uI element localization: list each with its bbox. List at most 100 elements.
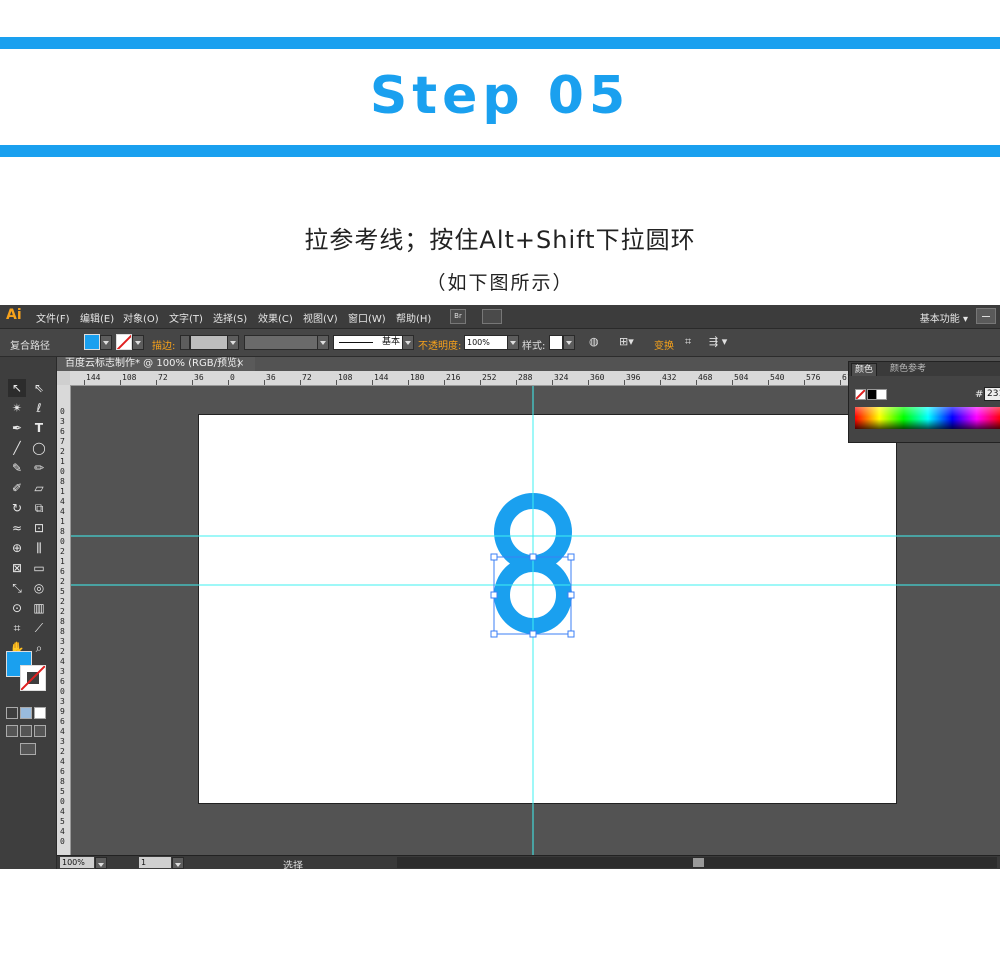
graphic-style-dropdown[interactable]	[563, 335, 575, 350]
stroke-swatch[interactable]	[116, 334, 132, 350]
menu-object[interactable]: 对象(O)	[123, 310, 159, 325]
draw-behind-icon[interactable]	[20, 725, 32, 737]
stroke-weight-dropdown[interactable]	[227, 335, 239, 350]
none-color-swatch[interactable]	[855, 389, 866, 400]
line-tool-icon[interactable]: ╱	[8, 439, 26, 457]
variable-width-profile[interactable]	[244, 335, 318, 350]
opacity-input[interactable]: 100%	[464, 335, 508, 350]
white-swatch[interactable]	[876, 389, 887, 400]
type-tool-icon[interactable]: T	[30, 419, 48, 437]
menu-select[interactable]: 选择(S)	[213, 310, 247, 325]
scale-tool-icon[interactable]: ⧉	[30, 499, 48, 517]
handle-bottom[interactable]	[529, 630, 537, 638]
magic-wand-tool-icon[interactable]: ✴	[8, 399, 26, 417]
stroke-dropdown[interactable]	[132, 335, 144, 350]
scrollbar-thumb[interactable]	[693, 858, 704, 867]
pencil-tool-icon[interactable]: ✏	[30, 459, 48, 477]
stroke-label[interactable]: 描边:	[152, 337, 175, 352]
none-mode-icon[interactable]	[34, 707, 46, 719]
paintbrush-tool-icon[interactable]: ✎	[8, 459, 26, 477]
hex-input[interactable]: 231	[984, 387, 1000, 401]
pen-tool-icon[interactable]: ✒	[8, 419, 26, 437]
direct-selection-tool-icon[interactable]: ⇖	[30, 379, 48, 397]
canvas[interactable]	[71, 386, 1000, 855]
recolor-icon[interactable]: ◍	[589, 335, 599, 348]
artwork-layer[interactable]	[71, 386, 1000, 855]
panel-options-icon[interactable]: ⇶ ▾	[709, 335, 727, 348]
artboard-tool-icon[interactable]: ⌗	[8, 619, 26, 637]
opacity-dropdown[interactable]	[507, 335, 519, 350]
rotate-tool-icon[interactable]: ↻	[8, 499, 26, 517]
draw-inside-icon[interactable]	[34, 725, 46, 737]
handle-right[interactable]	[567, 591, 575, 599]
brush-definition[interactable]: 基本	[333, 335, 403, 350]
workspace-switcher[interactable]: 基本功能 ▾	[920, 310, 968, 325]
lasso-tool-icon[interactable]: ℓ	[30, 399, 48, 417]
menu-edit[interactable]: 编辑(E)	[80, 310, 114, 325]
screen-mode-icon[interactable]	[20, 743, 36, 755]
menu-type[interactable]: 文字(T)	[169, 310, 203, 325]
zoom-input[interactable]: 100%	[60, 857, 94, 868]
column-graph-tool-icon[interactable]: ▥	[30, 599, 48, 617]
artboard-dropdown[interactable]	[172, 857, 184, 869]
handle-left[interactable]	[490, 591, 498, 599]
fill-dropdown[interactable]	[100, 335, 112, 350]
width-tool-icon[interactable]: ≈	[8, 519, 26, 537]
artboard-number-input[interactable]: 1	[139, 857, 171, 868]
menu-view[interactable]: 视图(V)	[303, 310, 338, 325]
color-spectrum[interactable]	[855, 407, 1000, 429]
brush-dropdown[interactable]	[402, 335, 414, 350]
menu-window[interactable]: 窗口(W)	[348, 310, 386, 325]
free-transform-tool-icon[interactable]: ⊡	[30, 519, 48, 537]
fill-swatch[interactable]	[84, 334, 100, 350]
bridge-button[interactable]: Br	[450, 309, 466, 324]
color-mode-icon[interactable]	[6, 707, 18, 719]
stroke-color-box[interactable]	[20, 665, 46, 691]
minimize-icon[interactable]	[976, 308, 996, 324]
menu-effect[interactable]: 效果(C)	[258, 310, 293, 325]
ruler-origin[interactable]	[57, 371, 70, 385]
slice-tool-icon[interactable]: ⟋	[30, 619, 48, 637]
handle-top-right[interactable]	[567, 553, 575, 561]
graphic-style-swatch[interactable]	[549, 335, 563, 350]
opacity-label[interactable]: 不透明度:	[418, 337, 461, 352]
handle-top-left[interactable]	[490, 553, 498, 561]
stroke-weight-input[interactable]	[190, 335, 228, 350]
align-icon[interactable]: ⊞▾	[619, 335, 634, 348]
zoom-dropdown[interactable]	[95, 857, 107, 869]
ellipse-tool-icon[interactable]: ◯	[30, 439, 48, 457]
eyedropper-tool-icon[interactable]: ⤡	[8, 579, 26, 597]
handle-bottom-left[interactable]	[490, 630, 498, 638]
ruler-h-tick	[840, 380, 841, 385]
menu-file[interactable]: 文件(F)	[36, 310, 70, 325]
ruler-h-label: 36	[194, 373, 204, 382]
zoom-tool-icon[interactable]: ⌕	[30, 639, 48, 657]
perspective-grid-tool-icon[interactable]: ⫼	[30, 539, 48, 557]
arrange-documents-button[interactable]	[482, 309, 502, 324]
tab-color[interactable]: 颜色	[851, 363, 878, 376]
ruler-h-label: 108	[338, 373, 353, 382]
blob-brush-tool-icon[interactable]: ✐	[8, 479, 26, 497]
isolate-icon[interactable]: ⌗	[685, 335, 691, 349]
mesh-tool-icon[interactable]: ⊠	[8, 559, 26, 577]
eraser-tool-icon[interactable]: ▱	[30, 479, 48, 497]
draw-normal-icon[interactable]	[6, 725, 18, 737]
ruler-v-label: 0	[60, 407, 65, 416]
menu-help[interactable]: 帮助(H)	[396, 310, 431, 325]
selection-tool-icon[interactable]: ↖	[8, 379, 26, 397]
handle-bottom-right[interactable]	[567, 630, 575, 638]
variable-width-dropdown[interactable]	[317, 335, 329, 350]
gradient-tool-icon[interactable]: ▭	[30, 559, 48, 577]
tab-color-guide[interactable]: 颜色参考	[887, 363, 929, 375]
transform-label[interactable]: 变换	[654, 337, 674, 352]
stroke-weight-stepper[interactable]	[180, 335, 190, 350]
gradient-mode-icon[interactable]	[20, 707, 32, 719]
blend-tool-icon[interactable]: ◎	[30, 579, 48, 597]
horizontal-scrollbar[interactable]	[397, 857, 997, 868]
handle-top[interactable]	[529, 553, 537, 561]
document-tab[interactable]: 百度云标志制作* @ 100% (RGB/预览)	[57, 357, 255, 371]
symbol-sprayer-tool-icon[interactable]: ⊙	[8, 599, 26, 617]
shape-builder-tool-icon[interactable]: ⊕	[8, 539, 26, 557]
close-tab-icon[interactable]: ×	[236, 357, 244, 371]
vertical-ruler[interactable]: 0367210814418021625228832436039643246850…	[57, 385, 71, 855]
